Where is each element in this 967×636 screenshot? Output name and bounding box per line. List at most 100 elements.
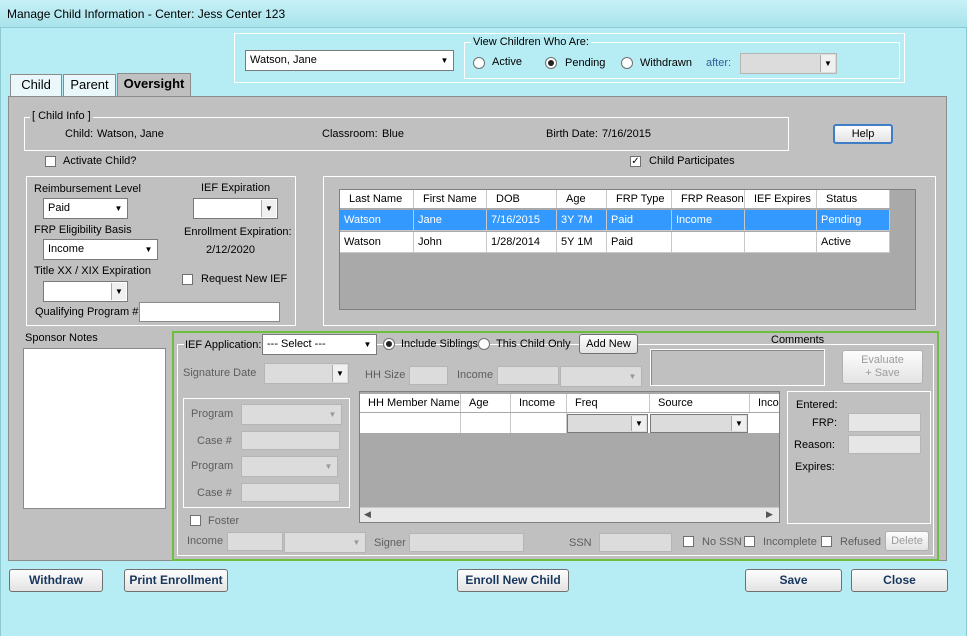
- help-button[interactable]: Help: [833, 124, 893, 144]
- sponsor-notes-textarea[interactable]: [23, 348, 166, 509]
- hh-column-header[interactable]: Incom: [750, 394, 779, 412]
- foster-checkbox[interactable]: [190, 515, 201, 526]
- print-enrollment-button[interactable]: Print Enrollment: [124, 569, 228, 592]
- title-bar: Manage Child Information - Center: Jess …: [0, 0, 967, 28]
- signer-input[interactable]: [409, 533, 524, 552]
- column-header[interactable]: Age: [557, 190, 607, 208]
- table-cell[interactable]: 1/28/2014: [487, 232, 557, 253]
- refused-checkbox[interactable]: [821, 536, 832, 547]
- table-cell[interactable]: Paid: [607, 210, 672, 231]
- income-frequency-select[interactable]: ▼: [560, 366, 642, 387]
- qualifying-program-input[interactable]: [139, 302, 280, 322]
- hh-horizontal-scrollbar[interactable]: ◀ ▶: [360, 507, 779, 522]
- child-selector[interactable]: Watson, Jane ▼: [245, 50, 454, 71]
- table-cell[interactable]: [672, 232, 745, 253]
- column-header[interactable]: FRP Type: [607, 190, 672, 208]
- case-input-2[interactable]: [241, 483, 340, 502]
- column-header[interactable]: Last Name: [340, 190, 414, 208]
- evaluate-save-button[interactable]: Evaluate + Save: [842, 350, 923, 384]
- hh-freq-select[interactable]: ▼: [567, 414, 648, 433]
- tab-parent[interactable]: Parent: [63, 74, 116, 96]
- active-radio[interactable]: [473, 57, 485, 69]
- table-cell[interactable]: Pending: [817, 210, 890, 231]
- hh-column-header[interactable]: Source: [650, 394, 750, 412]
- table-cell[interactable]: 5Y 1M: [557, 232, 607, 253]
- incomplete-checkbox[interactable]: [744, 536, 755, 547]
- hh-column-header[interactable]: HH Member Name: [360, 394, 461, 412]
- column-header[interactable]: First Name: [414, 190, 487, 208]
- tab-oversight[interactable]: Oversight: [117, 73, 191, 97]
- table-cell[interactable]: John: [414, 232, 487, 253]
- this-child-only-radio[interactable]: [478, 338, 490, 350]
- column-header[interactable]: IEF Expires: [745, 190, 817, 208]
- include-siblings-radio[interactable]: [383, 338, 395, 350]
- ssn-input[interactable]: [599, 533, 672, 552]
- case-input-1[interactable]: [241, 431, 340, 450]
- hh-source-select[interactable]: ▼: [650, 414, 748, 433]
- bottom-income-input[interactable]: [227, 532, 283, 551]
- hh-size-input[interactable]: [409, 366, 448, 385]
- add-new-button[interactable]: Add New: [579, 334, 638, 354]
- include-siblings-label[interactable]: Include Siblings: [401, 338, 478, 350]
- enroll-new-child-button[interactable]: Enroll New Child: [457, 569, 569, 592]
- no-ssn-label[interactable]: No SSN: [702, 536, 742, 548]
- table-cell[interactable]: Paid: [607, 232, 672, 253]
- table-cell[interactable]: Active: [817, 232, 890, 253]
- comments-textarea[interactable]: [650, 349, 825, 386]
- request-new-ief-checkbox[interactable]: [182, 274, 193, 285]
- table-cell[interactable]: [745, 232, 817, 253]
- incomplete-label[interactable]: Incomplete: [763, 536, 817, 548]
- income-input[interactable]: [497, 366, 559, 385]
- this-child-only-label[interactable]: This Child Only: [496, 338, 571, 350]
- table-cell[interactable]: Income: [672, 210, 745, 231]
- withdrawn-radio-label[interactable]: Withdrawn: [640, 57, 692, 69]
- column-header[interactable]: DOB: [487, 190, 557, 208]
- hh-member-row[interactable]: ▼ ▼: [360, 413, 779, 433]
- refused-label[interactable]: Refused: [840, 536, 881, 548]
- signature-date-picker[interactable]: ▼: [264, 363, 349, 384]
- activate-child-label[interactable]: Activate Child?: [63, 155, 136, 167]
- tab-child[interactable]: Child: [10, 74, 62, 96]
- activate-child-checkbox[interactable]: [45, 156, 56, 167]
- hh-income-cell[interactable]: [511, 413, 567, 433]
- table-cell[interactable]: Watson: [340, 210, 414, 231]
- hh-column-header[interactable]: Income: [511, 394, 567, 412]
- withdraw-button[interactable]: Withdraw: [9, 569, 103, 592]
- table-cell[interactable]: [745, 210, 817, 231]
- program-select-1[interactable]: ▼: [241, 404, 342, 425]
- reason-label: Reason:: [794, 439, 835, 451]
- pending-radio-label[interactable]: Pending: [565, 57, 605, 69]
- foster-label[interactable]: Foster: [208, 515, 239, 527]
- title-xx-picker[interactable]: ▼: [43, 281, 128, 302]
- close-button[interactable]: Close: [851, 569, 948, 592]
- table-cell[interactable]: 7/16/2015: [487, 210, 557, 231]
- request-new-ief-label[interactable]: Request New IEF: [201, 273, 287, 285]
- ief-expiration-picker[interactable]: ▼: [193, 198, 278, 219]
- chevron-down-icon: ▼: [111, 283, 126, 300]
- save-button[interactable]: Save: [745, 569, 842, 592]
- child-participates-label[interactable]: Child Participates: [649, 155, 735, 167]
- hh-member-name-cell[interactable]: [360, 413, 461, 433]
- hh-column-header[interactable]: Age: [461, 394, 511, 412]
- withdrawn-radio[interactable]: [621, 57, 633, 69]
- program-select-2[interactable]: ▼: [241, 456, 338, 477]
- table-cell[interactable]: Jane: [414, 210, 487, 231]
- bottom-income-frequency-select[interactable]: ▼: [284, 532, 366, 553]
- reimbursement-level-select[interactable]: Paid ▼: [43, 198, 128, 219]
- after-date-picker[interactable]: ▼: [740, 53, 837, 74]
- no-ssn-checkbox[interactable]: [683, 536, 694, 547]
- table-cell[interactable]: 3Y 7M: [557, 210, 607, 231]
- scroll-left-icon[interactable]: ◀: [364, 509, 371, 520]
- scroll-right-icon[interactable]: ▶: [766, 509, 773, 520]
- ief-application-select[interactable]: --- Select --- ▼: [262, 334, 377, 355]
- hh-age-cell[interactable]: [461, 413, 511, 433]
- child-participates-checkbox[interactable]: ✓: [630, 156, 641, 167]
- pending-radio[interactable]: [545, 57, 557, 69]
- active-radio-label[interactable]: Active: [492, 56, 522, 68]
- column-header[interactable]: Status: [817, 190, 890, 208]
- column-header[interactable]: FRP Reason: [672, 190, 745, 208]
- hh-column-header[interactable]: Freq: [567, 394, 650, 412]
- frp-basis-select[interactable]: Income ▼: [43, 239, 158, 260]
- table-cell[interactable]: Watson: [340, 232, 414, 253]
- delete-button[interactable]: Delete: [885, 531, 929, 551]
